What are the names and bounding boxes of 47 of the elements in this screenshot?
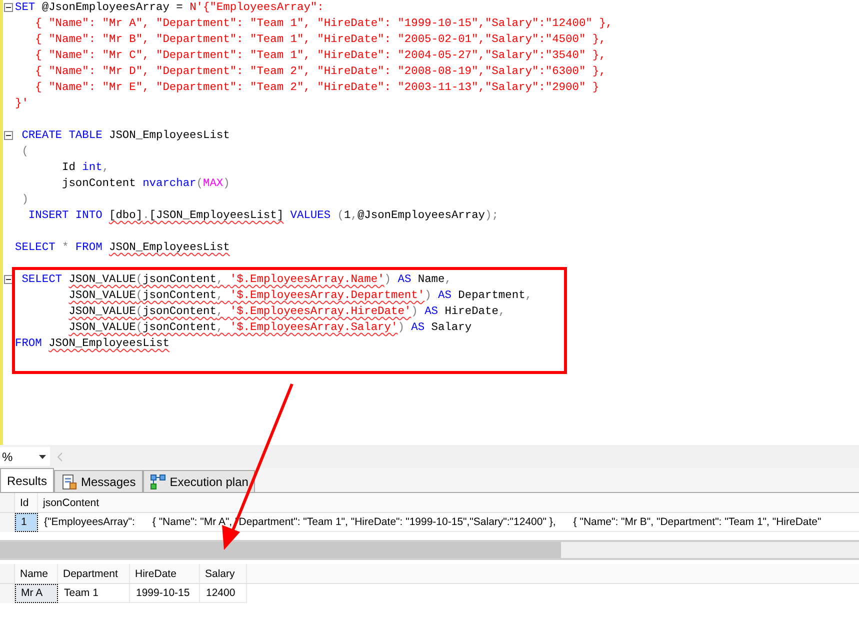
code-line: SELECT * FROM JSON_EmployeesList bbox=[15, 240, 230, 256]
row-header[interactable] bbox=[0, 513, 15, 532]
code-line: { "Name": "Mr C", "Department": "Team 1", "HireDate": "2004-05-27","Salary":"3540" }, bbox=[34, 48, 606, 64]
code-line: SET @JsonEmployeesArray = N'{"EmployeesArray": bbox=[15, 0, 324, 16]
code-line: { "Name": "Mr B", "Department": "Team 1", "HireDate": "2005-02-01","Salary":"4500" }, bbox=[34, 32, 606, 48]
results-tab[interactable]: Results bbox=[0, 468, 54, 492]
collapse-icon[interactable] bbox=[4, 131, 13, 140]
scrollbar-thumb[interactable] bbox=[0, 542, 561, 558]
results-tab[interactable]: Messages bbox=[54, 470, 143, 492]
zoom-dropdown[interactable]: % bbox=[0, 447, 50, 466]
code-line: jsonContent nvarchar(MAX) bbox=[60, 176, 230, 192]
code-line: { "Name": "Mr E", "Department": "Team 2", "HireDate": "2003-11-13","Salary":"2900" } bbox=[34, 80, 600, 96]
messages-icon bbox=[61, 474, 78, 490]
grid-corner[interactable] bbox=[0, 564, 15, 583]
row-header[interactable] bbox=[0, 584, 15, 603]
code-line: JSON_VALUE(jsonContent, '$.EmployeesArray.Department') AS Department, bbox=[68, 288, 532, 304]
code-line: INSERT INTO [dbo].[JSON_EmployeesList] VALUES (1,@JsonEmployeesArray); bbox=[27, 208, 498, 224]
code-line: SELECT JSON_VALUE(jsonContent, '$.EmployeesArray.Name') AS Name, bbox=[20, 272, 452, 288]
column-header: jsonContent bbox=[38, 493, 859, 512]
horizontal-scrollbar[interactable] bbox=[0, 540, 859, 560]
table-cell[interactable]: 12400 bbox=[200, 584, 247, 603]
table-cell[interactable]: 1999-10-15 bbox=[130, 584, 200, 603]
table-cell[interactable]: Team 1 bbox=[58, 584, 130, 603]
code-line: ( bbox=[20, 144, 28, 160]
caret-icon bbox=[39, 454, 46, 458]
collapse-icon[interactable] bbox=[4, 275, 13, 284]
grid-corner[interactable] bbox=[0, 493, 15, 512]
results-tab[interactable]: Execution plan bbox=[142, 470, 256, 492]
column-header: Name bbox=[15, 564, 58, 583]
code-line: ) bbox=[20, 192, 28, 208]
collapse-icon[interactable] bbox=[4, 3, 13, 12]
code-line: }' bbox=[15, 96, 28, 112]
execution-plan-icon bbox=[150, 474, 166, 490]
code-line: Id int, bbox=[60, 160, 110, 176]
column-header: Id bbox=[15, 493, 38, 512]
code-line: JSON_VALUE(jsonContent, '$.EmployeesArray.Salary') AS Salary bbox=[68, 320, 472, 336]
scroll-left-icon[interactable] bbox=[56, 452, 64, 462]
column-header: Salary bbox=[200, 564, 247, 583]
code-line: JSON_VALUE(jsonContent, '$.EmployeesArray.HireDate') AS HireDate, bbox=[68, 304, 506, 320]
code-line: { "Name": "Mr A", "Department": "Team 1", "HireDate": "1999-10-15","Salary":"12400" }, bbox=[34, 16, 613, 32]
code-line: CREATE TABLE JSON_EmployeesList bbox=[20, 128, 230, 144]
code-line: { "Name": "Mr D", "Department": "Team 2", "HireDate": "2008-08-19","Salary":"6300" }, bbox=[34, 64, 606, 80]
column-header: HireDate bbox=[130, 564, 200, 583]
code-line: FROM JSON_EmployeesList bbox=[15, 336, 170, 352]
table-cell[interactable]: 1 bbox=[15, 513, 38, 532]
column-header: Department bbox=[58, 564, 130, 583]
table-cell[interactable]: Mr A bbox=[15, 584, 58, 603]
